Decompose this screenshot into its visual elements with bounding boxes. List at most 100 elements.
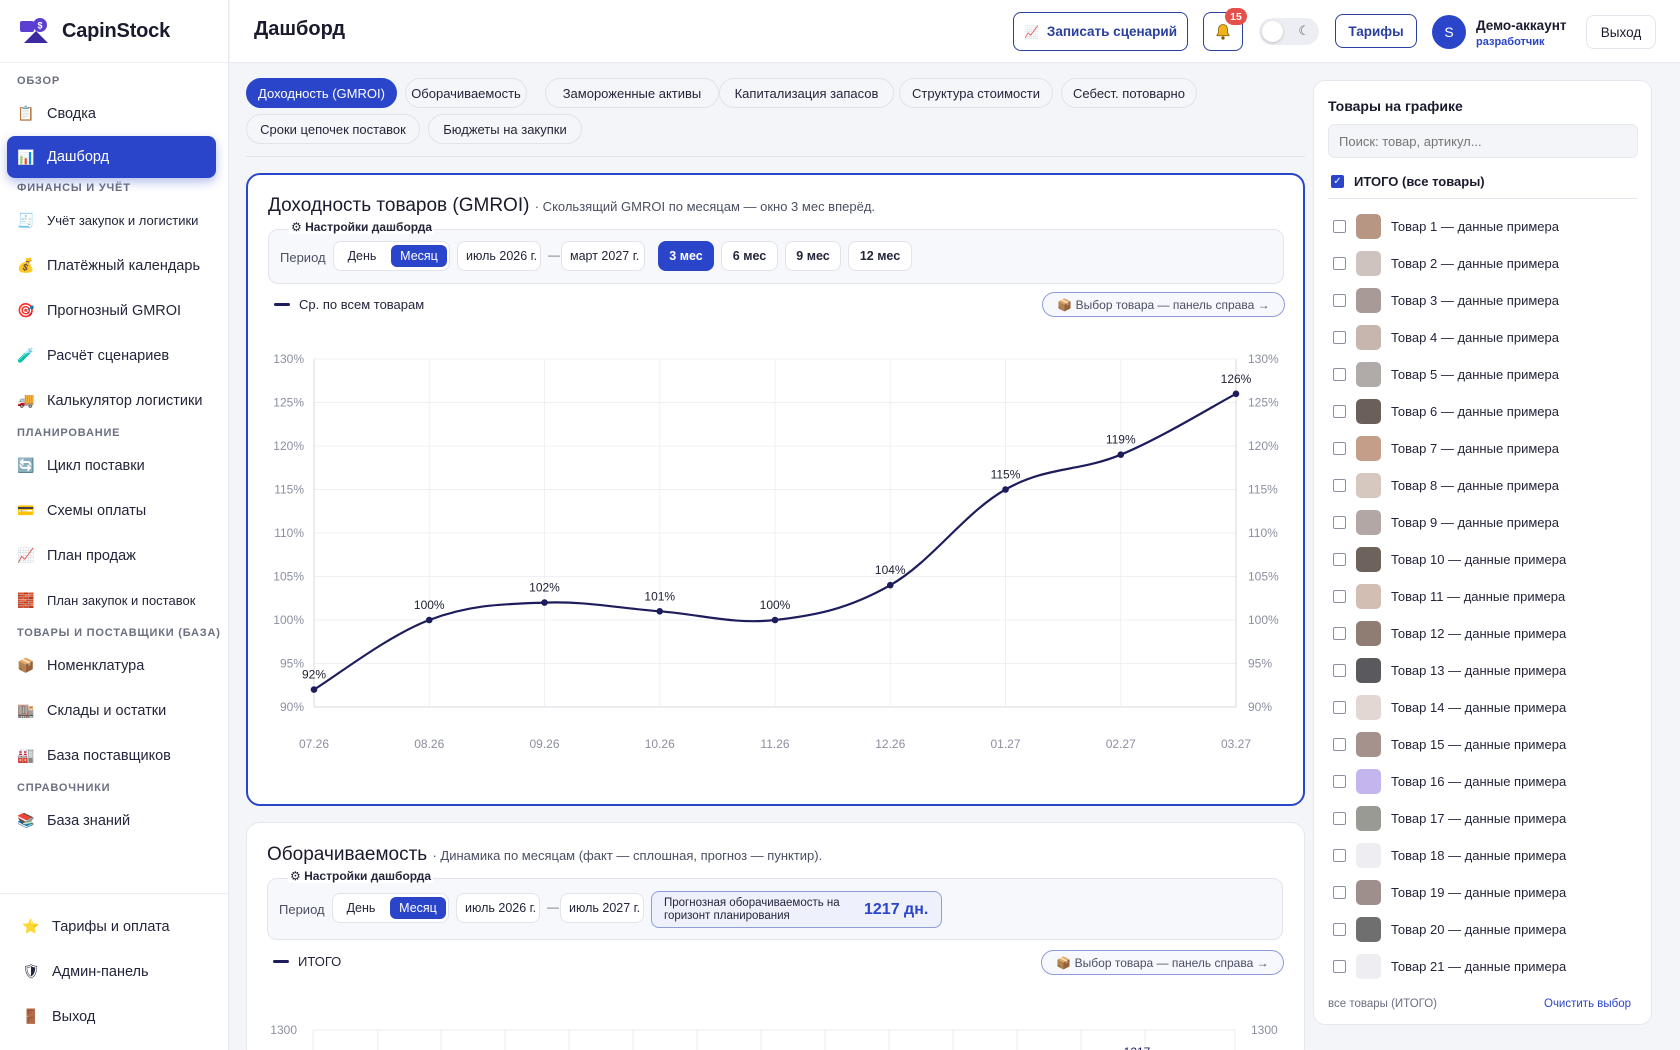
date-to-input[interactable]: июль 2027 г. <box>560 893 644 923</box>
date-from-input[interactable]: июль 2026 г. <box>456 893 540 923</box>
checkbox[interactable] <box>1333 442 1346 455</box>
exit-button[interactable]: Выход <box>1586 15 1656 49</box>
sidebar-bottom-item[interactable]: ⭐ Тарифы и оплата <box>0 904 228 949</box>
select-product-button[interactable]: 📦 Выбор товара — панель справа → <box>1042 292 1285 317</box>
product-search-input[interactable] <box>1328 124 1638 158</box>
data-point[interactable] <box>656 608 664 615</box>
data-point[interactable] <box>541 599 548 606</box>
product-list-item[interactable]: Товар 14 — данные примера <box>1333 689 1643 726</box>
checkbox[interactable] <box>1333 960 1346 973</box>
sidebar-item[interactable]: 🏬 Склады и остатки <box>0 688 228 733</box>
dashboard-tab[interactable]: Структура стоимости <box>899 78 1053 108</box>
sidebar-item[interactable]: 🧱 План закупок и поставок <box>0 578 228 623</box>
product-list-item[interactable]: Товар 12 — данные примера <box>1333 615 1643 652</box>
all-products-option[interactable]: ✓ ИТОГО (все товары) <box>1331 174 1485 189</box>
product-list-item[interactable]: Товар 13 — данные примера <box>1333 652 1643 689</box>
data-point[interactable] <box>1232 390 1240 398</box>
granularity-month[interactable]: Месяц <box>391 245 447 267</box>
checkbox[interactable] <box>1333 590 1346 603</box>
data-point[interactable] <box>771 616 779 624</box>
product-list-item[interactable]: Товар 20 — данные примера <box>1333 911 1643 948</box>
checkbox[interactable] <box>1333 368 1346 381</box>
checkbox[interactable] <box>1333 516 1346 529</box>
product-list-item[interactable]: Товар 3 — данные примера <box>1333 282 1643 319</box>
checkbox[interactable] <box>1333 664 1346 677</box>
product-list-item[interactable]: Товар 9 — данные примера <box>1333 504 1643 541</box>
checkbox[interactable] <box>1333 220 1346 233</box>
product-list-item[interactable]: Товар 21 — данные примера <box>1333 948 1643 985</box>
checkbox[interactable] <box>1333 849 1346 862</box>
sidebar-bottom-item[interactable]: 🛡 Админ-панель <box>0 949 228 994</box>
checkbox[interactable] <box>1333 331 1346 344</box>
checkbox[interactable] <box>1333 923 1346 936</box>
data-point[interactable] <box>1117 451 1125 458</box>
sidebar-item[interactable]: 💰 Платёжный календарь <box>0 243 228 288</box>
dashboard-tab[interactable]: Доходность (GMROI) <box>246 78 397 108</box>
avatar[interactable]: S <box>1432 15 1466 49</box>
date-from-input[interactable]: июль 2026 г. <box>457 241 541 271</box>
sidebar-item[interactable]: 🧾 Учёт закупок и логистики <box>0 198 228 243</box>
checkbox[interactable] <box>1333 812 1346 825</box>
dashboard-tab[interactable]: Бюджеты на закупки <box>428 114 582 144</box>
product-list-item[interactable]: Товар 11 — данные примера <box>1333 578 1643 615</box>
product-list-item[interactable]: Товар 19 — данные примера <box>1333 874 1643 911</box>
granularity-month[interactable]: Месяц <box>390 897 446 919</box>
checkbox[interactable] <box>1333 479 1346 492</box>
product-list-item[interactable]: Товар 1 — данные примера <box>1333 208 1643 245</box>
clear-selection-link[interactable]: Очистить выбор <box>1544 998 1631 1010</box>
sidebar-item[interactable]: 💳 Схемы оплаты <box>0 488 228 533</box>
dashboard-tab[interactable]: Себест. потоварно <box>1061 78 1197 108</box>
record-scenario-button[interactable]: 📈 Записать сценарий <box>1013 12 1188 51</box>
sidebar-bottom-item[interactable]: 🚪 Выход <box>0 994 228 1039</box>
range-9m-button[interactable]: 9 мес <box>785 241 841 271</box>
data-point[interactable] <box>886 581 894 589</box>
checkbox[interactable] <box>1333 886 1346 899</box>
product-list-item[interactable]: Товар 2 — данные примера <box>1333 245 1643 282</box>
sidebar-item[interactable]: 🎯 Прогнозный GMROI <box>0 288 228 333</box>
range-12m-button[interactable]: 12 мес <box>848 241 912 271</box>
product-list-item[interactable]: Товар 17 — данные примера <box>1333 800 1643 837</box>
sidebar-item[interactable]: 📚 База знаний <box>0 798 228 843</box>
checkbox[interactable] <box>1333 405 1346 418</box>
dashboard-tab[interactable]: Оборачиваемость <box>405 78 527 108</box>
product-list-item[interactable]: Товар 6 — данные примера <box>1333 393 1643 430</box>
sidebar-item[interactable]: 🚚 Калькулятор логистики <box>0 378 228 423</box>
data-point[interactable] <box>1002 486 1009 493</box>
sidebar-item[interactable]: 📋 Сводка <box>0 91 228 136</box>
select-product-button[interactable]: 📦 Выбор товара — панель справа → <box>1041 950 1284 975</box>
dashboard-tab[interactable]: Капитализация запасов <box>719 78 894 108</box>
tariffs-button[interactable]: Тарифы <box>1335 14 1417 48</box>
product-list-item[interactable]: Товар 18 — данные примера <box>1333 837 1643 874</box>
product-list-item[interactable]: Товар 7 — данные примера <box>1333 430 1643 467</box>
product-list-item[interactable]: Товар 10 — данные примера <box>1333 541 1643 578</box>
sidebar-item[interactable]: 📦 Номенклатура <box>0 643 228 688</box>
checkbox[interactable] <box>1333 553 1346 566</box>
sidebar-item[interactable]: 🔄 Цикл поставки <box>0 443 228 488</box>
product-list-item[interactable]: Товар 16 — данные примера <box>1333 763 1643 800</box>
checkbox[interactable] <box>1333 627 1346 640</box>
theme-toggle[interactable]: ☾ <box>1259 18 1319 45</box>
dashboard-tab[interactable]: Сроки цепочек поставок <box>246 114 420 144</box>
date-to-input[interactable]: март 2027 г. <box>561 241 645 271</box>
checkbox[interactable] <box>1333 294 1346 307</box>
sidebar-item[interactable]: 📊 Дашборд <box>7 136 216 178</box>
checkbox[interactable] <box>1333 775 1346 788</box>
logo[interactable]: $ CapinStock <box>0 0 228 63</box>
granularity-day[interactable]: День <box>337 245 387 267</box>
product-list-item[interactable]: Товар 8 — данные примера <box>1333 467 1643 504</box>
product-list-item[interactable]: Товар 5 — данные примера <box>1333 356 1643 393</box>
sidebar-item[interactable]: 📈 План продаж <box>0 533 228 578</box>
dashboard-tab[interactable]: Замороженные активы <box>545 78 719 108</box>
checkbox[interactable] <box>1333 257 1346 270</box>
checkbox[interactable] <box>1333 738 1346 751</box>
sidebar-item[interactable]: 🏭 База поставщиков <box>0 733 228 778</box>
range-3m-button[interactable]: 3 мес <box>658 241 714 271</box>
data-point[interactable] <box>425 616 433 624</box>
checkbox[interactable] <box>1333 701 1346 714</box>
sidebar-item[interactable]: 🧪 Расчёт сценариев <box>0 333 228 378</box>
checkbox-checked[interactable]: ✓ <box>1331 175 1344 188</box>
data-point[interactable] <box>310 686 318 693</box>
range-6m-button[interactable]: 6 мес <box>721 241 778 271</box>
product-list-item[interactable]: Товар 15 — данные примера <box>1333 726 1643 763</box>
product-list-item[interactable]: Товар 4 — данные примера <box>1333 319 1643 356</box>
